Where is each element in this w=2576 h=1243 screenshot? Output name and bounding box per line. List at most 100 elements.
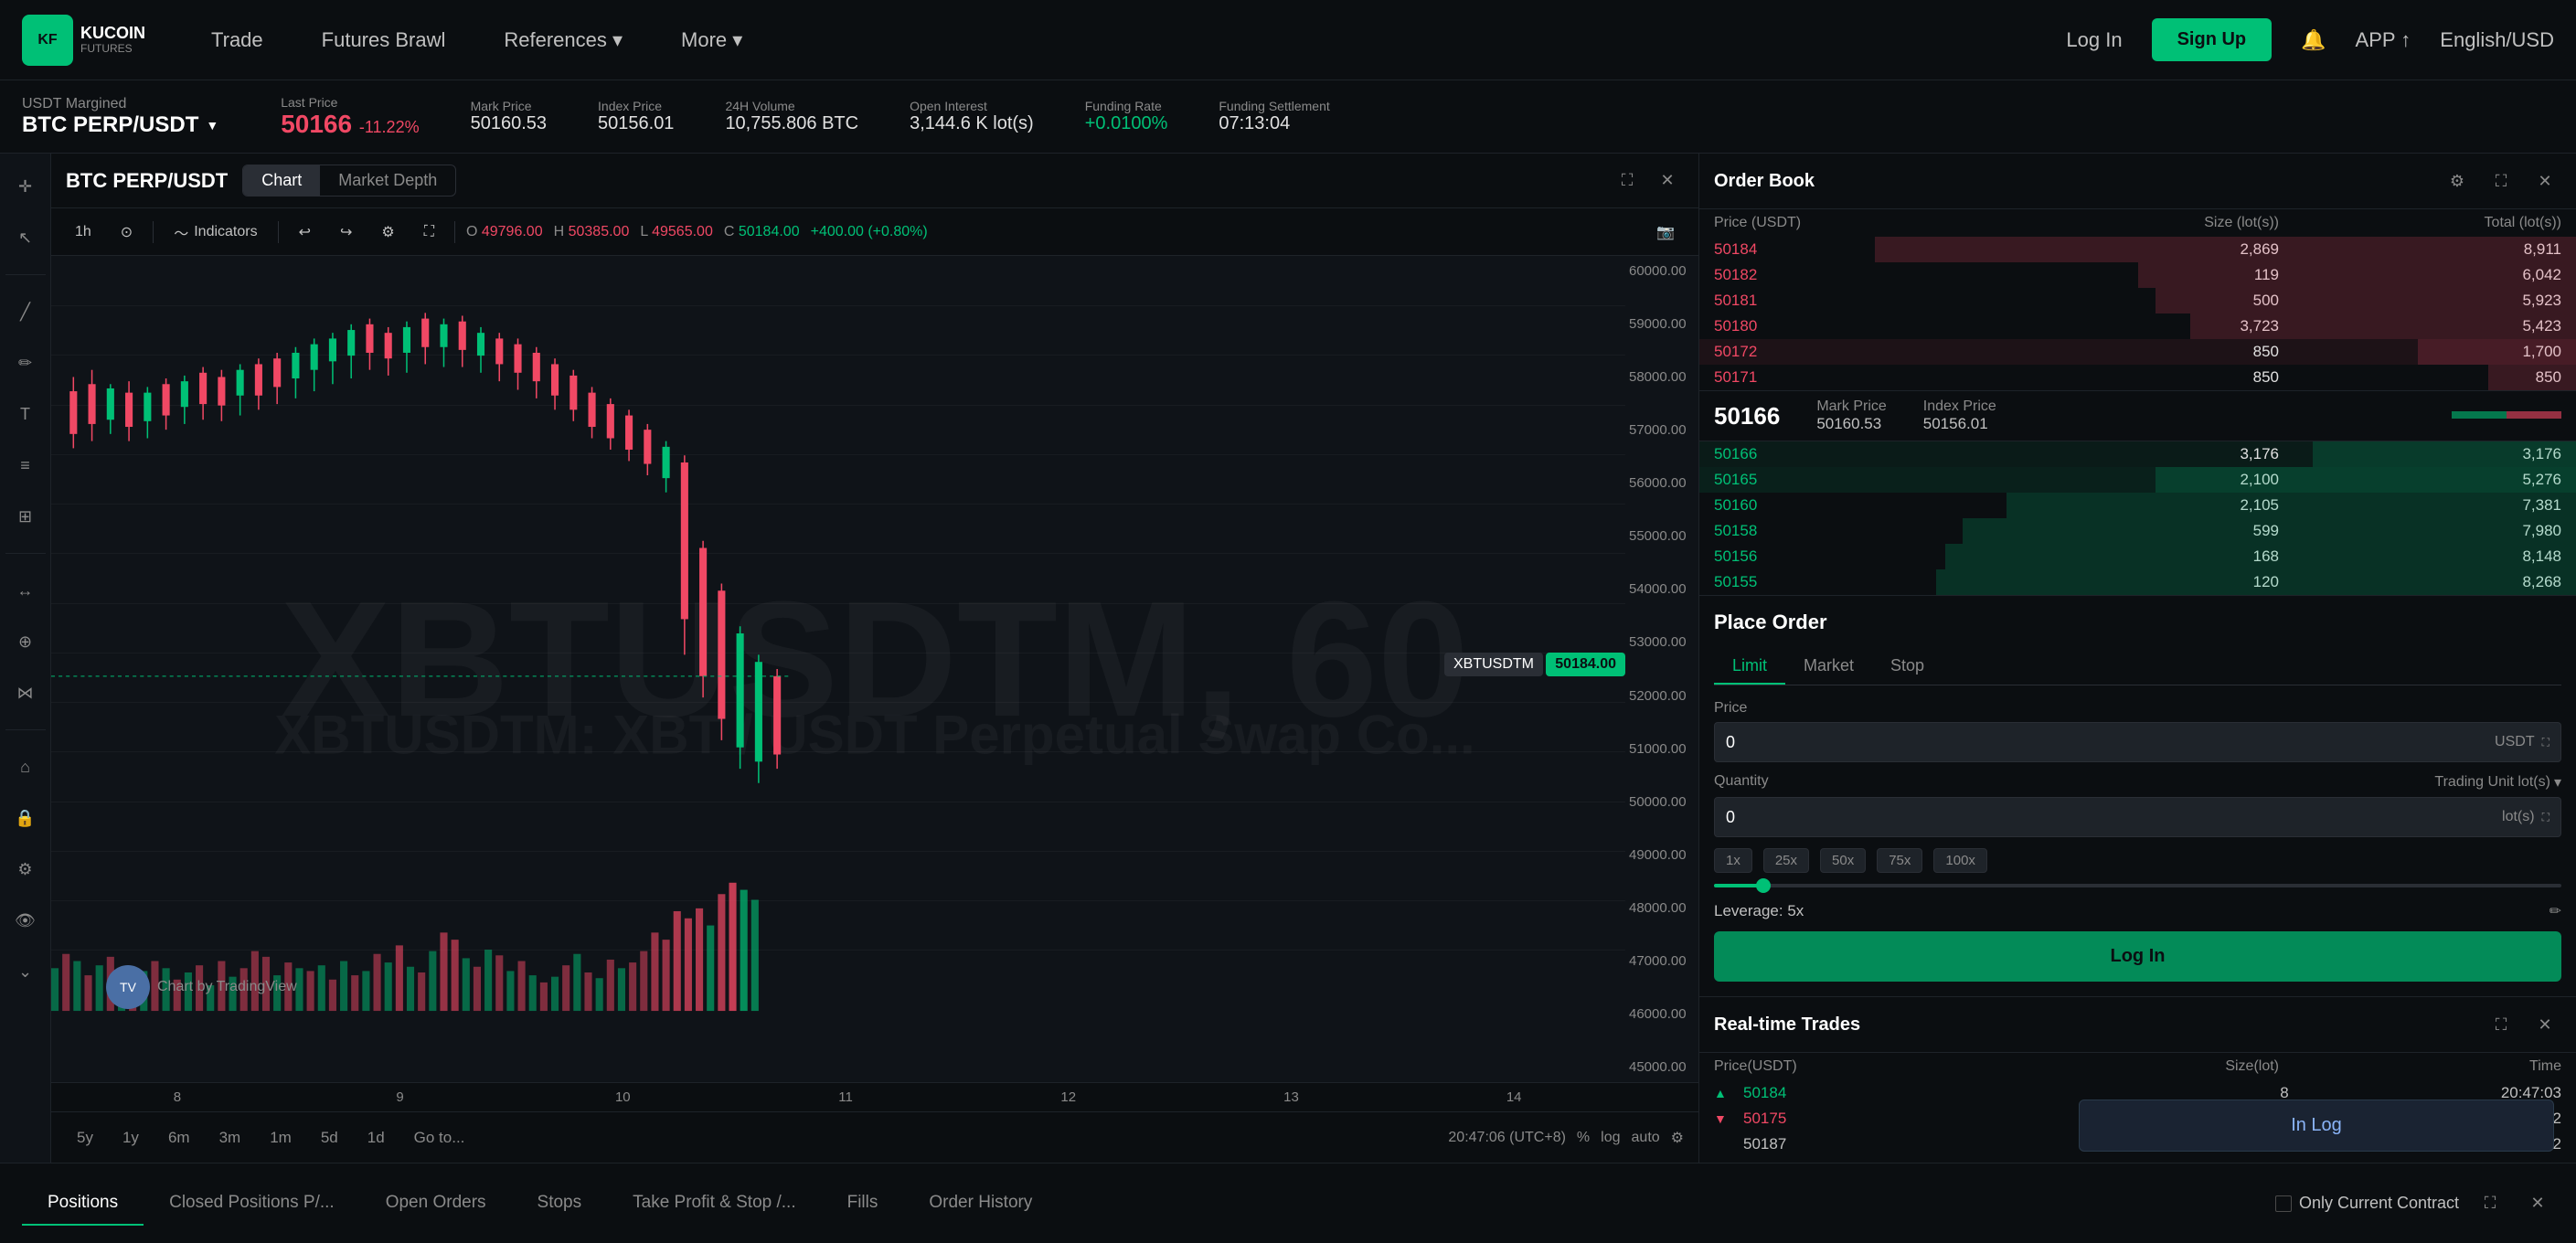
undo-icon[interactable]: ↩ (290, 219, 320, 245)
bar-type-icon[interactable]: ⊙ (112, 219, 142, 245)
ob-bid-row: 50155 1208,268 (1699, 569, 2576, 595)
expand-icon[interactable]: ⛶ (1611, 165, 1644, 197)
lev-25x[interactable]: 25x (1763, 848, 1809, 873)
tab-positions[interactable]: Positions (22, 1182, 144, 1226)
last-price-value: 50166 (281, 110, 352, 138)
redo-icon[interactable]: ↪ (331, 219, 361, 245)
tab-stops[interactable]: Stops (512, 1182, 608, 1226)
time-1m[interactable]: 1m (259, 1125, 303, 1151)
bottom-expand-icon[interactable]: ⛶ (2474, 1187, 2507, 1220)
time-5y[interactable]: 5y (66, 1125, 104, 1151)
time-6m[interactable]: 6m (157, 1125, 201, 1151)
time-5d[interactable]: 5d (310, 1125, 349, 1151)
rt-close-icon[interactable]: ✕ (2528, 1008, 2561, 1041)
house-icon[interactable]: ⌂ (7, 749, 44, 785)
time-bar: 5y 1y 6m 3m 1m 5d 1d Go to... 20:47:06 (… (51, 1111, 1698, 1163)
indicators-btn[interactable]: 〜 1hIndicators (165, 218, 266, 247)
chart-settings-icon2[interactable]: ⚙ (1671, 1129, 1684, 1147)
slider-track[interactable] (1714, 884, 2561, 887)
fullscreen-icon[interactable]: ⛶ (415, 220, 443, 244)
ob-expand-icon[interactable]: ⛶ (2485, 165, 2517, 197)
settings-toolbar-icon[interactable]: ⚙ (7, 851, 44, 887)
pattern-icon[interactable]: ⊞ (7, 498, 44, 535)
chart-time-info: 20:47:06 (UTC+8) % log auto ⚙ (1448, 1129, 1684, 1147)
nav-references[interactable]: References ▾ (493, 21, 633, 59)
nav-trade[interactable]: Trade (200, 21, 274, 59)
crosshair-icon[interactable]: ✛ (7, 168, 44, 205)
tab-open-orders[interactable]: Open Orders (360, 1182, 512, 1226)
quantity-input-row[interactable]: lot(s) ⛶ (1714, 797, 2561, 837)
time-goto[interactable]: Go to... (403, 1125, 476, 1151)
leverage-slider[interactable] (1714, 884, 2561, 887)
tab-market[interactable]: Market (1785, 649, 1872, 685)
quantity-field: Quantity Trading Unit lot(s) ▾ lot(s) ⛶ (1714, 773, 2561, 837)
close-chart-icon[interactable]: ✕ (1651, 165, 1684, 197)
slider-thumb[interactable] (1756, 878, 1771, 893)
pair-dropdown-icon[interactable]: ▼ (206, 118, 218, 133)
cursor-icon[interactable]: ↖ (7, 219, 44, 256)
in-log-box: In Log (2079, 1100, 2554, 1152)
zoom-icon[interactable]: ⊕ (7, 623, 44, 660)
depth-bar (2452, 404, 2561, 429)
eye-icon[interactable]: 👁 (7, 902, 44, 939)
tab-stop[interactable]: Stop (1872, 649, 1943, 685)
quantity-input[interactable] (1726, 808, 2502, 827)
rt-expand-icon[interactable]: ⛶ (2485, 1008, 2517, 1041)
tab-order-history[interactable]: Order History (903, 1182, 1058, 1226)
tab-closed-positions[interactable]: Closed Positions P/... (144, 1182, 360, 1226)
trend-line-icon[interactable]: ╱ (7, 293, 44, 330)
pair-name[interactable]: BTC PERP/USDT ▼ (22, 112, 218, 138)
measure-icon[interactable]: ↔ (7, 572, 44, 609)
nav-login[interactable]: Log In (2066, 28, 2122, 52)
nav-lang[interactable]: English/USD (2440, 28, 2554, 52)
tab-market-depth[interactable]: Market Depth (320, 165, 455, 196)
price-expand-icon[interactable]: ⛶ (2542, 736, 2549, 749)
leverage-edit-icon[interactable]: ✏ (2549, 902, 2561, 920)
nav-app[interactable]: APP ↑ (2356, 28, 2411, 52)
nav-futures-brawl[interactable]: Futures Brawl (311, 21, 457, 59)
login-order-button[interactable]: Log In (1714, 931, 2561, 982)
lev-75x[interactable]: 75x (1877, 848, 1922, 873)
only-current-checkbox[interactable] (2275, 1195, 2292, 1212)
ob-close-icon[interactable]: ✕ (2528, 165, 2561, 197)
chart-tab-group: Chart Market Depth (242, 165, 456, 197)
up-arrow-icon: ▲ (1714, 1086, 1743, 1100)
ob-mid-price: 50166 Mark Price 50160.53 Index Price 50… (1699, 390, 2576, 441)
tradingview-badge: TV Chart by TradingView (106, 965, 297, 1009)
bottom-close-icon[interactable]: ✕ (2521, 1187, 2554, 1220)
lev-50x[interactable]: 50x (1820, 848, 1866, 873)
nav-signup-button[interactable]: Sign Up (2152, 18, 2273, 61)
draw-icon[interactable]: ✏ (7, 345, 44, 381)
magnet-icon[interactable]: ⋈ (7, 675, 44, 711)
fibonacci-icon[interactable]: ≡ (7, 447, 44, 483)
chart-settings-icon[interactable]: ⚙ (372, 219, 403, 245)
order-type-tabs: Limit Market Stop (1714, 649, 2561, 685)
time-1d[interactable]: 1d (357, 1125, 396, 1151)
pair-section: USDT Margined BTC PERP/USDT ▼ (22, 96, 218, 138)
tab-chart[interactable]: Chart (243, 165, 320, 196)
index-price-stat: Index Price 50156.01 (598, 99, 674, 134)
tab-take-profit[interactable]: Take Profit & Stop /... (607, 1182, 821, 1226)
chart-body[interactable]: XBTUSDTM, 60 XBTUSDTM: XBT / USDT Perpet… (51, 256, 1698, 1082)
notification-icon[interactable]: 🔔 (2301, 28, 2326, 52)
quantity-expand-icon[interactable]: ⛶ (2542, 811, 2549, 824)
ob-settings-icon[interactable]: ⚙ (2441, 165, 2474, 197)
time-3m[interactable]: 3m (208, 1125, 252, 1151)
tab-fills[interactable]: Fills (822, 1182, 904, 1226)
camera-icon[interactable]: 📷 (1647, 219, 1684, 245)
lev-1x[interactable]: 1x (1714, 848, 1752, 873)
time-1y[interactable]: 1y (112, 1125, 150, 1151)
rt-column-headers: Price(USDT) Size(lot) Time (1699, 1053, 2576, 1080)
ob-bid-row: 50158 5997,980 (1699, 518, 2576, 544)
trading-unit-select[interactable]: Trading Unit lot(s) ▾ (2434, 773, 2561, 791)
nav-more[interactable]: More ▾ (670, 21, 753, 59)
text-icon[interactable]: T (7, 396, 44, 432)
down-chevron-icon[interactable]: ⌄ (7, 953, 44, 990)
left-toolbar: ✛ ↖ ╱ ✏ T ≡ ⊞ ↔ ⊕ ⋈ ⌂ 🔒 ⚙ 👁 ⌄ (0, 154, 51, 1163)
lev-100x[interactable]: 100x (1933, 848, 1987, 873)
timeframe-1h[interactable]: 1h (66, 220, 101, 244)
price-input-row[interactable]: USDT ⛶ (1714, 722, 2561, 762)
lock-icon[interactable]: 🔒 (7, 800, 44, 836)
price-input[interactable] (1726, 733, 2495, 752)
tab-limit[interactable]: Limit (1714, 649, 1785, 685)
